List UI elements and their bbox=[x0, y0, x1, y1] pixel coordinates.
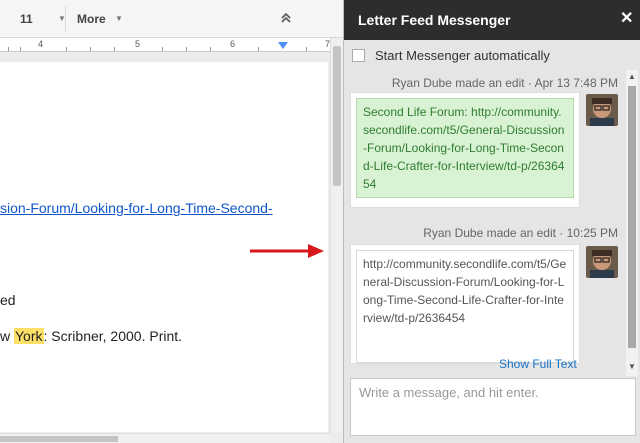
ruler-tick bbox=[186, 47, 187, 51]
message-meta: Ryan Dube made an edit · 10:25 PM bbox=[423, 226, 618, 240]
document-citation-line: w York: Scribner, 2000. Print. bbox=[0, 328, 182, 344]
ruler-label: 5 bbox=[135, 39, 141, 49]
panel-header: Letter Feed Messenger ✕ bbox=[344, 0, 640, 40]
document-horizontal-scrollbar[interactable] bbox=[0, 433, 330, 443]
indent-marker[interactable] bbox=[278, 42, 288, 49]
ruler: 4 5 6 7 bbox=[0, 38, 330, 52]
document-vertical-scrollbar[interactable] bbox=[330, 38, 343, 433]
ruler-label: 4 bbox=[38, 39, 44, 49]
show-full-text-link[interactable]: Show Full Text bbox=[499, 357, 577, 371]
more-menu-button[interactable]: More ▼ bbox=[77, 6, 137, 32]
auto-start-label: Start Messenger automatically bbox=[375, 48, 550, 63]
feed-scrollbar[interactable]: ▲ ▼ bbox=[626, 70, 638, 376]
message-card: http://community.secondlife.com/t5/Gener… bbox=[350, 244, 580, 364]
document-link[interactable]: sion-Forum/Looking-for-Long-Time-Second- bbox=[0, 200, 273, 216]
auto-start-checkbox[interactable] bbox=[352, 49, 365, 62]
message-input[interactable] bbox=[350, 378, 636, 436]
highlighted-word: York bbox=[14, 328, 44, 344]
ruler-tick bbox=[162, 47, 163, 51]
messenger-panel: Letter Feed Messenger ✕ Start Messenger … bbox=[343, 0, 640, 443]
ruler-tick bbox=[306, 47, 307, 51]
message-text: http://community.secondlife.com/t5/Gener… bbox=[356, 250, 574, 363]
ruler-tick bbox=[90, 47, 91, 51]
ruler-tick bbox=[210, 47, 211, 51]
ruler-tick bbox=[20, 47, 21, 51]
scroll-up-arrow-icon[interactable]: ▲ bbox=[628, 72, 636, 81]
chevron-down-icon: ▼ bbox=[58, 14, 66, 23]
double-chevron-up-icon[interactable] bbox=[276, 6, 296, 32]
font-size-dropdown[interactable]: 11 ▼ bbox=[8, 6, 66, 32]
message-feed[interactable]: Ryan Dube made an edit · Apr 13 7:48 PM … bbox=[344, 70, 626, 376]
more-label: More bbox=[77, 12, 106, 26]
red-arrow-annotation bbox=[250, 244, 324, 258]
avatar bbox=[586, 94, 618, 126]
ruler-label: 6 bbox=[230, 39, 236, 49]
scrollbar-thumb[interactable] bbox=[333, 46, 341, 186]
toolbar: 11 ▼ More ▼ bbox=[0, 0, 343, 38]
document-area: 11 ▼ More ▼ 4 5 6 7 sion-Forum/Looking-f… bbox=[0, 0, 343, 443]
font-size-value: 11 bbox=[20, 12, 33, 26]
avatar bbox=[586, 246, 618, 278]
close-icon[interactable]: ✕ bbox=[620, 10, 633, 28]
ruler-tick bbox=[258, 47, 259, 51]
ruler-tick bbox=[8, 47, 9, 51]
chevron-down-icon: ▼ bbox=[115, 14, 123, 23]
message-card: Second Life Forum: http://community.seco… bbox=[350, 92, 580, 208]
ruler-tick bbox=[114, 47, 115, 51]
document-text-line: ed bbox=[0, 292, 16, 308]
message-meta: Ryan Dube made an edit · Apr 13 7:48 PM bbox=[391, 76, 618, 90]
panel-title: Letter Feed Messenger bbox=[358, 12, 511, 28]
scrollbar-thumb[interactable] bbox=[628, 86, 636, 348]
scroll-down-arrow-icon[interactable]: ▼ bbox=[628, 362, 636, 371]
citation-suffix: : Scribner, 2000. Print. bbox=[43, 328, 183, 344]
scrollbar-thumb[interactable] bbox=[0, 436, 118, 442]
ruler-tick bbox=[66, 47, 67, 51]
message-text: Second Life Forum: http://community.seco… bbox=[356, 98, 574, 198]
auto-start-option[interactable]: Start Messenger automatically bbox=[352, 48, 550, 63]
citation-prefix: w bbox=[0, 328, 14, 344]
